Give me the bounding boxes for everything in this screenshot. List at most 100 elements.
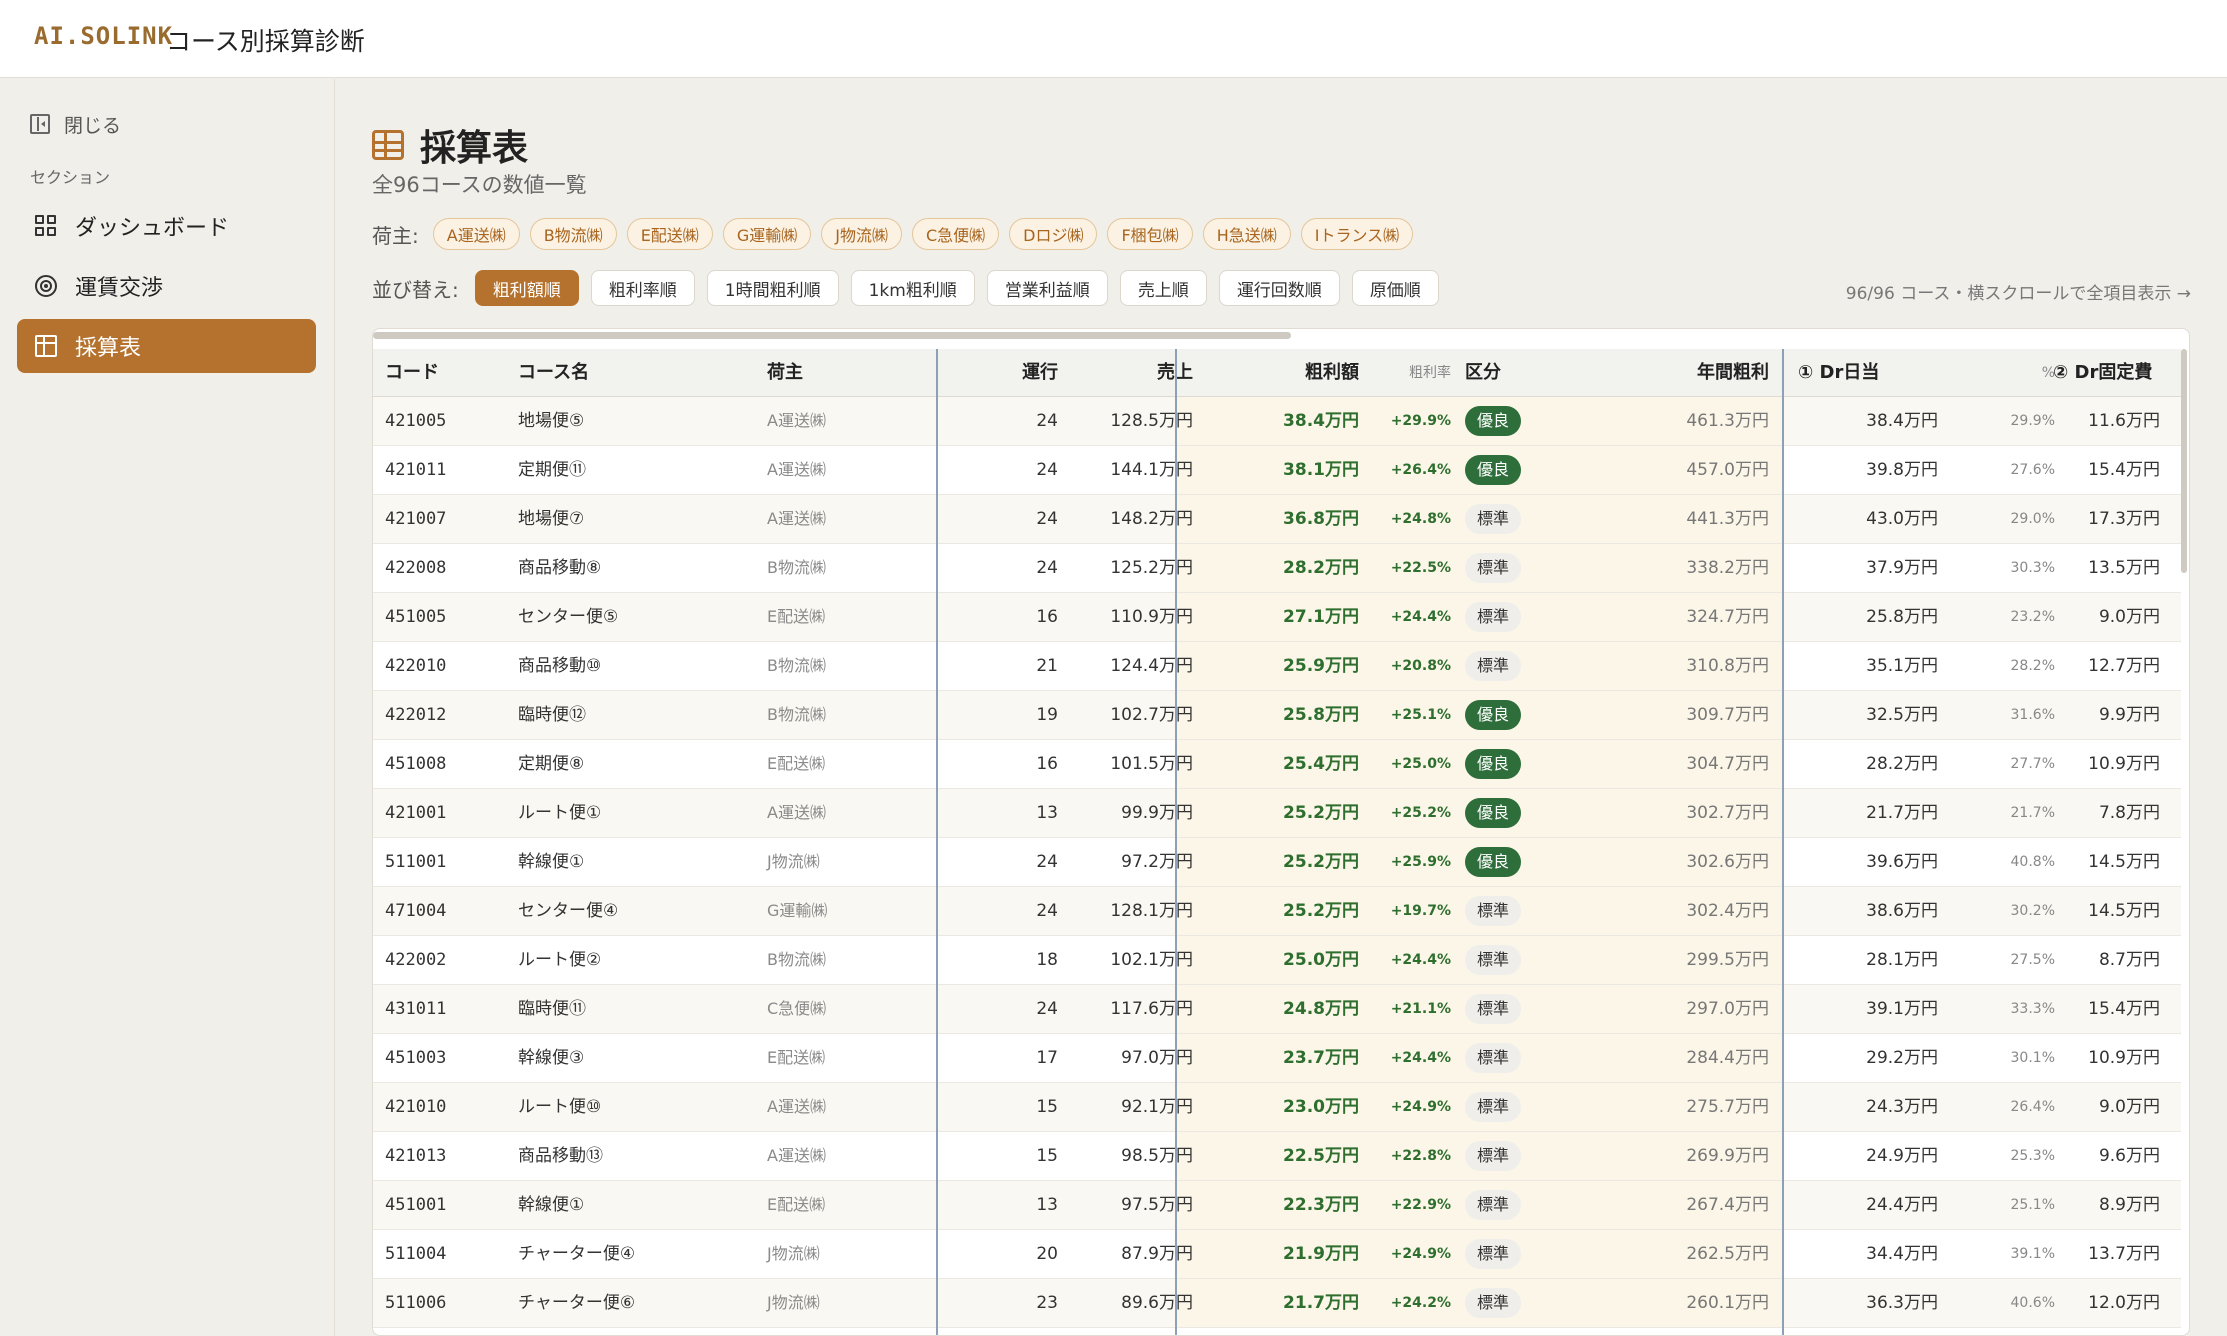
shipper-chip[interactable]: B物流㈱ (529, 218, 617, 250)
column-header-shipper[interactable]: 荷主 (767, 349, 803, 397)
table-row[interactable]: 451008 定期便⑧ E配送㈱ 16 101.5万円 25.4万円 +25.0% 優良 304… (373, 740, 2181, 789)
dr-daily-pct-value: 30.2% (2010, 903, 2055, 919)
column-divider (1782, 349, 1784, 1335)
page-title: 採算表 (372, 119, 528, 171)
sidebar-item-dashboard[interactable]: ダッシュボード (17, 199, 316, 253)
shipper-chip[interactable]: C急便㈱ (911, 218, 1000, 250)
sort-button-hourly[interactable]: 1時間粗利順 (706, 270, 839, 306)
dr-daily-value: 39.8万円 (1866, 460, 1938, 480)
table-row[interactable]: 451005 センター便⑤ E配送㈱ 16 110.9万円 27.1万円 +24.4% 標準 3… (373, 593, 2181, 642)
course-code: 422010 (385, 656, 447, 676)
sort-button-runs[interactable]: 運行回数順 (1218, 270, 1340, 306)
table-row[interactable]: 421013 商品移動⑬ A運送㈱ 15 98.5万円 22.5万円 +22.8% 標準 269… (373, 1132, 2181, 1181)
shipper-chip[interactable]: J物流㈱ (821, 218, 902, 250)
category-cell: 標準 (1465, 1132, 1522, 1180)
gross-rate-value: +25.2% (1390, 805, 1451, 821)
column-header-code[interactable]: コード (385, 349, 439, 397)
column-header-annual[interactable]: 年間粗利 (1613, 349, 1769, 397)
dr-fixed-value: 12.0万円 (2088, 1293, 2160, 1313)
shipper-chip[interactable]: E配送㈱ (626, 218, 713, 250)
close-sidebar-button[interactable]: 閉じる (30, 109, 121, 139)
table-row[interactable]: 421010 ルート便⑩ A運送㈱ 15 92.1万円 23.0万円 +24.9% 標準 275… (373, 1083, 2181, 1132)
dr-fixed-value: 17.3万円 (2088, 509, 2160, 529)
column-header-category[interactable]: 区分 (1465, 349, 1501, 397)
annual-gross-value: 284.4万円 (1686, 1048, 1769, 1068)
table-row[interactable]: 421001 ルート便① A運送㈱ 13 99.9万円 25.2万円 +25.2% 優良 302… (373, 789, 2181, 838)
table-row[interactable]: 421007 地場便⑦ A運送㈱ 24 148.2万円 36.8万円 +24.8% 標準 441… (373, 495, 2181, 544)
gross-profit-value: 25.4万円 (1283, 754, 1359, 774)
horizontal-scrollbar[interactable] (373, 332, 1291, 339)
sort-button-cost[interactable]: 原価順 (1351, 270, 1439, 306)
table-row[interactable]: 422010 商品移動⑩ B物流㈱ 21 124.4万円 25.9万円 +20.8% 標準 31… (373, 642, 2181, 691)
table-row[interactable]: 422002 ルート便② B物流㈱ 18 102.1万円 25.0万円 +24.4% 標準 29… (373, 936, 2181, 985)
category-badge: 優良 (1465, 847, 1522, 877)
shipper-chip[interactable]: Dロジ㈱ (1009, 218, 1098, 250)
app-logo[interactable]: AI.SOLINK (34, 22, 173, 50)
table-row[interactable]: 422008 商品移動⑧ B物流㈱ 24 125.2万円 28.2万円 +22.5% 標準 33… (373, 544, 2181, 593)
annual-gross-value: 260.1万円 (1686, 1293, 1769, 1313)
table-row[interactable]: 422012 臨時便⑫ B物流㈱ 19 102.7万円 25.8万円 +25.1% 優良 309… (373, 691, 2181, 740)
table-row[interactable]: 451001 幹線便① E配送㈱ 13 97.5万円 22.3万円 +22.9% 標準 267.… (373, 1181, 2181, 1230)
category-cell: 標準 (1465, 985, 1522, 1033)
table-row[interactable]: 511006 チャーター便⑥ J物流㈱ 23 89.6万円 21.7万円 +24.2% 標準 2… (373, 1279, 2181, 1328)
shipper-chip[interactable]: H急送㈱ (1202, 218, 1291, 250)
sort-button-operating-profit[interactable]: 営業利益順 (986, 270, 1108, 306)
sort-label: 並び替え: (372, 277, 459, 302)
sidebar-item-negotiation[interactable]: 運賃交渉 (17, 259, 316, 313)
dr-fixed-value: 7.8万円 (2098, 803, 2160, 823)
category-badge: 標準 (1465, 1092, 1522, 1122)
table-row[interactable]: 511004 チャーター便④ J物流㈱ 20 87.9万円 21.9万円 +24.9% 標準 2… (373, 1230, 2181, 1279)
sort-button-gross[interactable]: 粗利額順 (474, 270, 579, 306)
column-header-gross[interactable]: 粗利額 (1213, 349, 1359, 397)
dr-fixed-value: 10.9万円 (2088, 1048, 2160, 1068)
table-body: 421005 地場便⑤ A運送㈱ 24 128.5万円 38.4万円 +29.9% 優良 461… (373, 397, 2181, 1328)
course-name: 商品移動⑩ (518, 656, 602, 676)
gross-profit-value: 25.9万円 (1283, 656, 1359, 676)
dashboard-icon (35, 215, 57, 237)
page-subtitle: 全96コースの数値一覧 (372, 173, 587, 197)
vertical-scrollbar[interactable] (2181, 349, 2187, 573)
dr-daily-value: 34.4万円 (1866, 1244, 1938, 1264)
sort-button-per-km[interactable]: 1km粗利順 (850, 270, 975, 306)
table-row[interactable]: 421011 定期便⑪ A運送㈱ 24 144.1万円 38.1万円 +26.4% 優良 457… (373, 446, 2181, 495)
close-label: 閉じる (64, 114, 122, 137)
dr-daily-pct-value: 30.3% (2010, 560, 2055, 576)
gross-rate-value: +24.2% (1390, 1295, 1451, 1311)
annual-gross-value: 297.0万円 (1686, 999, 1769, 1019)
shipper-chip[interactable]: G運輸㈱ (722, 218, 812, 250)
sidebar-item-profit-table[interactable]: 採算表 (17, 319, 316, 373)
shipper-chip[interactable]: Iトランス㈱ (1300, 218, 1414, 250)
shipper-name: G運輸㈱ (767, 901, 828, 920)
table-row[interactable]: 511001 幹線便① J物流㈱ 24 97.2万円 25.2万円 +25.9% 優良 302.… (373, 838, 2181, 887)
gross-profit-value: 22.3万円 (1283, 1195, 1359, 1215)
table-icon (35, 335, 57, 357)
gross-profit-value: 25.2万円 (1283, 852, 1359, 872)
column-header-dr-daily[interactable]: ① Dr日当 (1798, 349, 1879, 397)
column-header-runs[interactable]: 運行 (963, 349, 1058, 397)
run-count: 21 (1036, 656, 1058, 676)
column-header-gross-rate[interactable]: 粗利率 (1359, 349, 1451, 397)
sort-button-gross-rate[interactable]: 粗利率順 (590, 270, 695, 306)
category-cell: 標準 (1465, 642, 1522, 690)
gross-rate-value: +24.9% (1390, 1099, 1451, 1115)
dr-daily-pct-value: 25.3% (2010, 1148, 2055, 1164)
course-name: 定期便⑧ (518, 754, 585, 774)
column-header-dr-daily-pct[interactable]: % (1973, 349, 2055, 397)
shipper-chip[interactable]: A運送㈱ (432, 218, 520, 250)
gross-rate-value: +24.9% (1390, 1246, 1451, 1262)
gross-profit-value: 22.5万円 (1283, 1146, 1359, 1166)
column-header-name[interactable]: コース名 (518, 349, 589, 397)
gross-profit-value: 38.4万円 (1283, 411, 1359, 431)
sort-button-sales[interactable]: 売上順 (1119, 270, 1207, 306)
table-row[interactable]: 431011 臨時便⑪ C急便㈱ 24 117.6万円 24.8万円 +21.1% 標準 297… (373, 985, 2181, 1034)
dr-fixed-value: 13.5万円 (2088, 558, 2160, 578)
table-row[interactable]: 421005 地場便⑤ A運送㈱ 24 128.5万円 38.4万円 +29.9% 優良 461… (373, 397, 2181, 446)
dr-daily-value: 37.9万円 (1866, 558, 1938, 578)
table-row[interactable]: 471004 センター便④ G運輸㈱ 24 128.1万円 25.2万円 +19.7% 標準 3… (373, 887, 2181, 936)
shipper-chip[interactable]: F梱包㈱ (1107, 218, 1193, 250)
column-header-dr-fixed[interactable]: ② Dr固定費 (2053, 349, 2152, 397)
table-row[interactable]: 451003 幹線便③ E配送㈱ 17 97.0万円 23.7万円 +24.4% 標準 284.… (373, 1034, 2181, 1083)
collapse-panel-icon (30, 114, 50, 134)
course-code: 421005 (385, 411, 447, 431)
column-divider (1175, 349, 1177, 1335)
